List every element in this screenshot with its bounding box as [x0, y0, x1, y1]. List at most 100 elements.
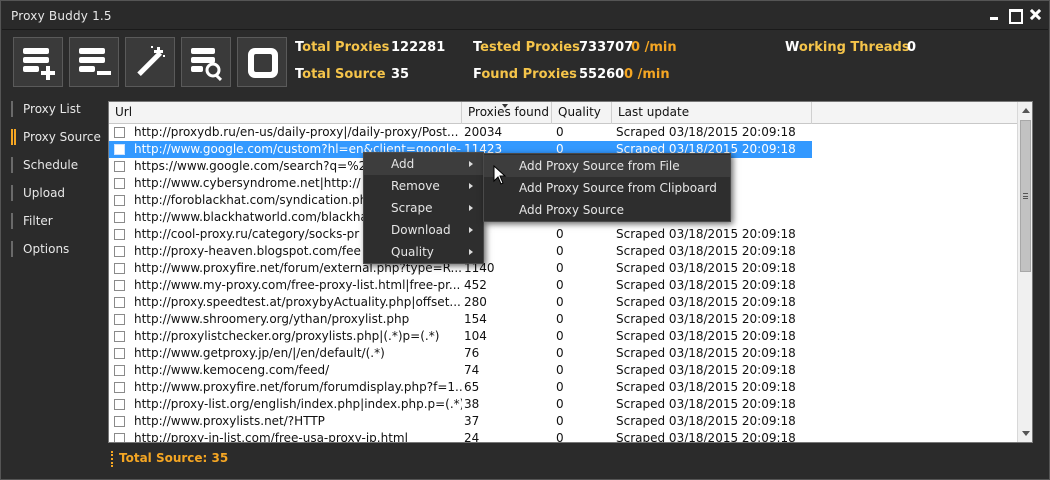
scroll-down-arrow-icon[interactable] [1020, 428, 1031, 440]
submenu-item-add-from-file[interactable]: Add Proxy Source from File [484, 155, 730, 177]
cell-proxies-found: 74 [464, 363, 480, 377]
minimize-button[interactable] [988, 8, 1002, 22]
row-checkbox[interactable] [114, 195, 125, 206]
cell-proxies-found: 76 [464, 346, 480, 360]
cell-url: http://proxy-in-list.com/free-usa-proxy-… [134, 431, 408, 443]
sidebar-item-label: Proxy List [23, 102, 81, 116]
window-controls [988, 8, 1042, 24]
sidebar-item-filter[interactable]: Filter [9, 209, 103, 237]
cell-quality: 0 [556, 363, 564, 377]
row-checkbox[interactable] [114, 212, 125, 223]
cell-quality: 0 [556, 329, 564, 343]
sidebar-item-schedule[interactable]: Schedule [9, 153, 103, 181]
table-row[interactable]: http://www.proxyfire.net/forum/forumdisp… [109, 379, 1019, 396]
row-checkbox[interactable] [114, 382, 125, 393]
context-menu-item-quality[interactable]: Quality [364, 241, 483, 263]
row-checkbox[interactable] [114, 297, 125, 308]
cell-proxies-found: 280 [464, 295, 487, 309]
add-list-button[interactable] [13, 37, 63, 87]
submenu-arrow-icon [469, 205, 473, 211]
app-window: Proxy Buddy 1.5 Total Proxies 122281 Tot… [0, 0, 1050, 480]
cell-proxies-found: 38 [464, 397, 480, 411]
table-row[interactable]: http://proxy-in-list.com/free-usa-proxy-… [109, 430, 1019, 443]
cell-last-update: Scraped 03/18/2015 20:09:18 [616, 125, 796, 139]
submenu-arrow-icon [469, 161, 473, 167]
row-checkbox[interactable] [114, 229, 125, 240]
context-menu-item-remove[interactable]: Remove [364, 175, 483, 197]
column-header-last-update[interactable]: Last update [612, 102, 812, 124]
context-menu-item-download[interactable]: Download [364, 219, 483, 241]
cell-quality: 0 [556, 397, 564, 411]
stop-button[interactable] [237, 37, 287, 87]
title-bar: Proxy Buddy 1.5 [2, 2, 1048, 30]
row-checkbox[interactable] [114, 280, 125, 291]
row-checkbox[interactable] [114, 178, 125, 189]
sidebar-item-label: Options [23, 242, 70, 256]
row-checkbox[interactable] [114, 433, 125, 442]
row-checkbox[interactable] [114, 314, 125, 325]
table-row[interactable]: http://proxydb.ru/en-us/daily-proxy|/dai… [109, 124, 1019, 141]
scroll-up-arrow-icon[interactable] [1020, 104, 1031, 116]
column-header-label: Proxies found [468, 105, 549, 119]
cell-quality: 0 [556, 380, 564, 394]
row-checkbox[interactable] [114, 263, 125, 274]
table-row[interactable]: http://proxylistchecker.org/proxylists.p… [109, 328, 1019, 345]
vertical-scrollbar[interactable] [1017, 102, 1032, 442]
table-row[interactable]: http://www.my-proxy.com/free-proxy-list.… [109, 277, 1019, 294]
cell-quality: 0 [556, 346, 564, 360]
table-row[interactable]: http://www.shroomery.org/ythan/proxylist… [109, 311, 1019, 328]
row-checkbox[interactable] [114, 348, 125, 359]
close-button[interactable] [1028, 8, 1042, 22]
row-checkbox[interactable] [114, 399, 125, 410]
maximize-button[interactable] [1008, 8, 1023, 24]
cell-last-update: Scraped 03/18/2015 20:09:18 [616, 431, 796, 443]
column-header-proxies-found[interactable]: Proxies found [462, 102, 552, 124]
magic-wand-icon [137, 46, 165, 77]
sidebar-item-upload[interactable]: Upload [9, 181, 103, 209]
submenu-item-add-from-clipboard[interactable]: Add Proxy Source from Clipboard [484, 177, 730, 199]
column-header-quality[interactable]: Quality [552, 102, 612, 124]
cell-last-update: Scraped 03/18/2015 20:09:18 [616, 397, 796, 411]
table-row[interactable]: http://www.proxyfire.net/forum/external.… [109, 260, 1019, 277]
context-menu-item-scrape[interactable]: Scrape [364, 197, 483, 219]
cell-url: http://www.getproxy.jp/en/|/en/default/(… [134, 346, 385, 360]
table-row[interactable]: http://proxy-heaven.blogspot.com/fee 0 Scr… [109, 243, 1019, 260]
table-row[interactable]: http://www.proxylists.net/?HTTP 37 0 Scrape… [109, 413, 1019, 430]
row-checkbox[interactable] [114, 331, 125, 342]
submenu-item-add-source[interactable]: Add Proxy Source [484, 199, 730, 221]
cell-url: http://www.kemoceng.com/feed/ [134, 363, 330, 377]
stat-rate: 0 /min [624, 67, 670, 82]
magic-wand-button[interactable] [125, 37, 175, 87]
submenu-arrow-icon [469, 183, 473, 189]
menu-item-label: Download [391, 223, 451, 237]
sidebar-item-proxy-list[interactable]: Proxy List [9, 97, 103, 125]
row-checkbox[interactable] [114, 127, 125, 138]
cell-last-update: Scraped 03/18/2015 20:09:18 [616, 261, 796, 275]
row-checkbox[interactable] [114, 246, 125, 257]
cell-url: http://www.my-proxy.com/free-proxy-list.… [134, 278, 461, 292]
sidebar-item-label: Schedule [23, 158, 79, 172]
table-row[interactable]: http://www.kemoceng.com/feed/74 0 Scraped … [109, 362, 1019, 379]
row-checkbox[interactable] [114, 144, 125, 155]
row-checkbox[interactable] [114, 161, 125, 172]
cell-quality: 0 [556, 414, 564, 428]
context-menu-item-add[interactable]: Add [364, 153, 483, 175]
cell-quality: 0 [556, 125, 564, 139]
scrollbar-thumb[interactable] [1020, 120, 1031, 272]
stat-found-proxies: Found Proxies 55260 0 /min [473, 67, 670, 82]
sidebar-item-options[interactable]: Options [9, 237, 103, 265]
table-row[interactable]: http://proxy.speedtest.at/proxybyActuali… [109, 294, 1019, 311]
table-row[interactable]: http://cool-proxy.ru/category/socks-pr90… [109, 226, 1019, 243]
remove-list-button[interactable] [69, 37, 119, 87]
stat-working-threads: Working Threads 0 [785, 40, 916, 55]
sidebar-item-proxy-source[interactable]: Proxy Source [9, 125, 103, 153]
table-row[interactable]: http://www.getproxy.jp/en/|/en/default/(… [109, 345, 1019, 362]
row-checkbox[interactable] [114, 416, 125, 427]
row-checkbox[interactable] [114, 365, 125, 376]
table-row[interactable]: http://proxy-list.org/english/index.php|… [109, 396, 1019, 413]
menu-item-label: Remove [391, 179, 440, 193]
search-list-button[interactable] [181, 37, 231, 87]
cell-proxies-found: 65 [464, 380, 480, 394]
cell-last-update: Scraped 03/18/2015 20:09:18 [616, 278, 796, 292]
column-header-url[interactable]: Url [109, 102, 462, 124]
